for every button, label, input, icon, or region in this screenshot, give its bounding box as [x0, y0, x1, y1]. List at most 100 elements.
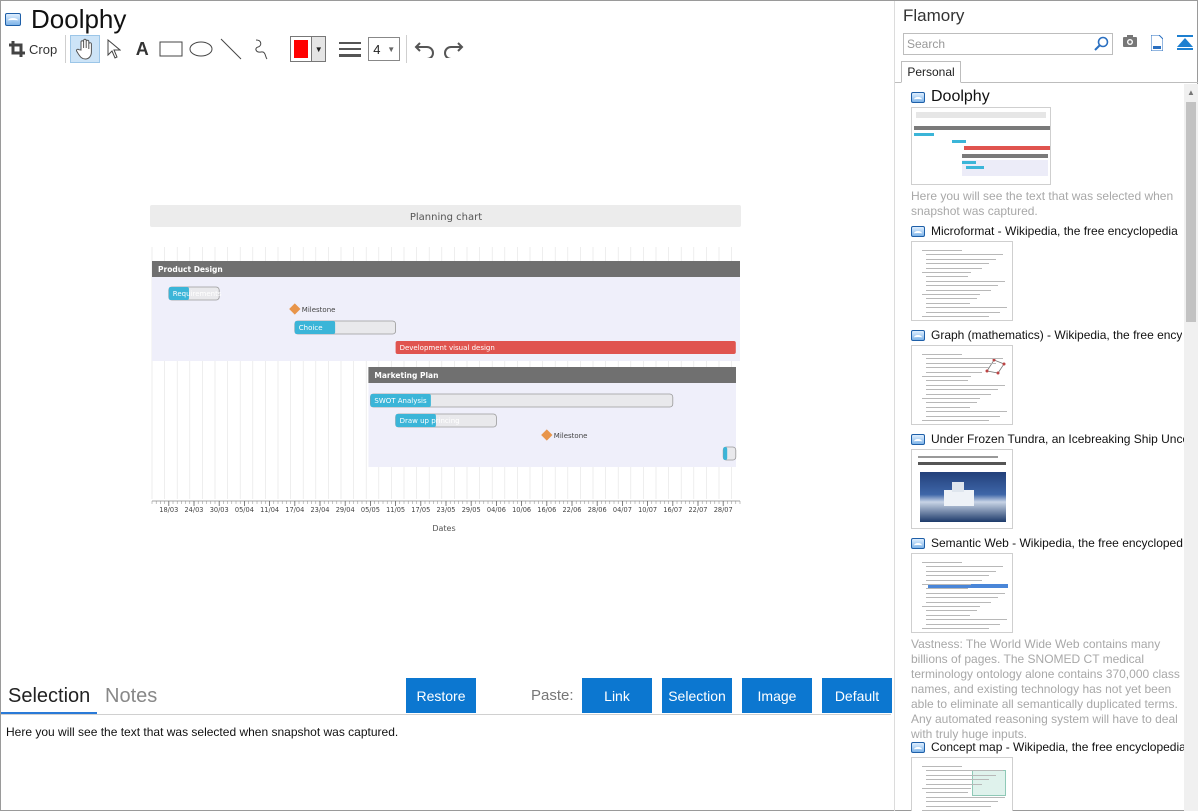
chevron-down-icon: ▼: [387, 44, 396, 54]
x-tick-label: 10/07: [638, 506, 657, 514]
ellipse-icon: [189, 41, 213, 57]
x-tick-label: 05/04: [235, 506, 254, 514]
tab-notes[interactable]: Notes: [105, 685, 157, 708]
x-tick-label: 29/04: [336, 506, 355, 514]
x-tick-label: 10/06: [512, 506, 531, 514]
paste-link-button[interactable]: Link: [582, 678, 652, 713]
scroll-up-icon[interactable]: ▲: [1184, 84, 1198, 100]
list-item-title: Semantic Web - Wikipedia, the free encyc…: [931, 536, 1183, 550]
tab-selection[interactable]: Selection: [8, 685, 90, 708]
line-tool-button[interactable]: [216, 35, 246, 63]
crop-icon: [9, 41, 25, 57]
line-width-select[interactable]: 4 ▼: [368, 37, 401, 61]
page-title: Doolphy: [31, 3, 127, 34]
line-width-button[interactable]: [336, 35, 364, 63]
list-item-title: Microformat - Wikipedia, the free encycl…: [931, 224, 1178, 238]
snapshot-thumbnail: [911, 449, 1013, 529]
tab-personal[interactable]: Personal: [901, 61, 961, 83]
milestone-label: Milestone: [302, 306, 336, 314]
line-width-icon: [339, 42, 362, 57]
x-tick-label: 22/06: [562, 506, 581, 514]
x-tick-label: 29/05: [462, 506, 481, 514]
snapshot-thumbnail: [911, 107, 1051, 185]
title-row: Doolphy: [5, 4, 126, 34]
pan-tool-button[interactable]: [70, 35, 101, 63]
ellipse-tool-button[interactable]: [186, 35, 216, 63]
selection-text: Here you will see the text that was sele…: [6, 725, 399, 739]
toolbar-divider: [406, 35, 408, 63]
sidebar-tabbar: Personal: [895, 61, 1198, 83]
x-tick-label: 04/06: [487, 506, 506, 514]
undo-button[interactable]: [411, 35, 439, 63]
app-logo-icon: [911, 741, 925, 753]
x-tick-label: 17/04: [285, 506, 304, 514]
main-pane: Doolphy Crop A ▼ 4 ▼ Planning chart Prod…: [1, 1, 894, 811]
snapshot-thumbnail: [911, 757, 1013, 811]
list-item-header: Doolphy: [911, 88, 1185, 105]
crop-button[interactable]: Crop: [5, 35, 61, 63]
list-item-title: Under Frozen Tundra, an Icebreaking Ship…: [931, 432, 1185, 446]
paste-default-button[interactable]: Default: [822, 678, 892, 713]
freehand-tool-button[interactable]: [246, 35, 276, 63]
x-tick-label: 16/06: [537, 506, 556, 514]
list-item-title: Concept map - Wikipedia, the free encycl…: [931, 740, 1185, 754]
app-logo-icon: [911, 433, 925, 445]
pointer-icon: [107, 39, 122, 59]
x-tick-label: 05/05: [361, 506, 380, 514]
chevron-down-icon: ▼: [311, 37, 326, 61]
paste-selection-button[interactable]: Selection: [662, 678, 732, 713]
list-item[interactable]: Concept map - Wikipedia, the free encycl…: [911, 739, 1185, 811]
search-input[interactable]: Search: [903, 33, 1113, 55]
redo-button[interactable]: [439, 35, 467, 63]
x-tick-label: 17/05: [411, 506, 430, 514]
app-logo-icon: [5, 12, 21, 26]
x-tick-label: 16/07: [663, 506, 682, 514]
collapse-top-icon[interactable]: [1177, 35, 1193, 51]
tab-divider: [1, 714, 891, 715]
rectangle-tool-button[interactable]: [156, 35, 186, 63]
paste-label: Paste:: [531, 687, 574, 704]
scrollbar-thumb[interactable]: [1186, 102, 1196, 322]
rectangle-icon: [159, 41, 183, 57]
list-item[interactable]: Under Frozen Tundra, an Icebreaking Ship…: [911, 431, 1185, 529]
x-tick-label: 23/05: [436, 506, 455, 514]
app-logo-icon: [911, 329, 925, 341]
line-width-value: 4: [373, 41, 381, 57]
color-picker[interactable]: ▼: [290, 36, 327, 62]
x-tick-label: 04/07: [613, 506, 632, 514]
list-item-header: Semantic Web - Wikipedia, the free encyc…: [911, 535, 1185, 551]
list-item-header: Concept map - Wikipedia, the free encycl…: [911, 739, 1185, 755]
x-tick-label: 23/04: [310, 506, 329, 514]
app-logo-icon: [911, 91, 925, 103]
ship-photo: [920, 472, 1006, 522]
x-tick-label: 30/03: [210, 506, 229, 514]
task-label: Requirements: [173, 290, 222, 298]
x-axis-label: Dates: [432, 524, 455, 533]
camera-icon[interactable]: [1123, 35, 1137, 47]
color-swatch: [294, 40, 309, 58]
document-icon[interactable]: [1151, 35, 1163, 51]
snapshot-thumbnail: [911, 345, 1013, 425]
group-label: Marketing Plan: [374, 371, 438, 380]
chart-title: Planning chart: [410, 212, 482, 223]
list-item-description: Vastness: The World Wide Web contains ma…: [911, 637, 1180, 741]
restore-button[interactable]: Restore: [406, 678, 476, 713]
x-tick-label: 28/07: [714, 506, 733, 514]
select-tool-button[interactable]: [100, 35, 128, 63]
list-item[interactable]: Microformat - Wikipedia, the free encycl…: [911, 223, 1185, 321]
app-logo-icon: [911, 537, 925, 549]
snapshot-thumbnail: [911, 241, 1013, 321]
toolbar-divider: [65, 35, 67, 63]
freehand-icon: [255, 39, 268, 60]
list-item[interactable]: Doolphy Here you will see the text that …: [911, 88, 1185, 219]
app-window: Doolphy Crop A ▼ 4 ▼ Planning chart Prod…: [0, 0, 1198, 811]
task-label: Choice: [299, 324, 323, 332]
paste-image-button[interactable]: Image: [742, 678, 812, 713]
list-item-header: Under Frozen Tundra, an Icebreaking Ship…: [911, 431, 1185, 447]
search-icon[interactable]: [1093, 36, 1109, 52]
list-item[interactable]: Semantic Web - Wikipedia, the free encyc…: [911, 535, 1185, 742]
list-item[interactable]: Graph (mathematics) - Wikipedia, the fre…: [911, 327, 1185, 425]
milestone-label: Milestone: [554, 432, 588, 440]
text-tool-button[interactable]: A: [128, 35, 156, 63]
sidebar-scrollbar[interactable]: ▲: [1184, 84, 1198, 811]
